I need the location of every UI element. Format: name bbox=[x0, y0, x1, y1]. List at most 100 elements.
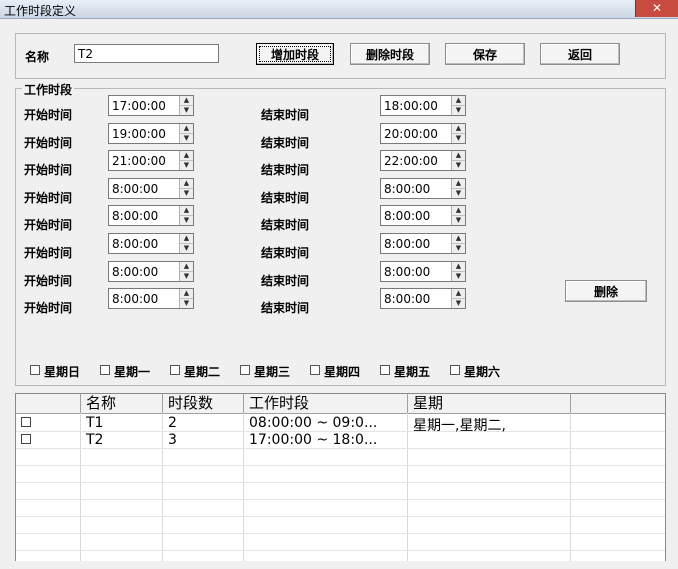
spin-up-icon[interactable]: ▲ bbox=[180, 262, 193, 272]
spin-up-icon[interactable]: ▲ bbox=[452, 124, 465, 134]
weekday-checkbox[interactable] bbox=[310, 365, 320, 375]
header-periods[interactable]: 工作时段 bbox=[244, 394, 408, 413]
end-time-value[interactable]: 18:00:00 bbox=[384, 99, 438, 113]
start-time-spinner[interactable]: 8:00:00 ▲ ▼ bbox=[108, 288, 194, 309]
weekday-checkbox[interactable] bbox=[30, 365, 40, 375]
spin-up-icon[interactable]: ▲ bbox=[452, 234, 465, 244]
end-time-spinner[interactable]: 20:00:00 ▲ ▼ bbox=[380, 123, 466, 144]
add-period-button[interactable]: 增加时段 bbox=[256, 43, 334, 65]
spin-down-icon[interactable]: ▼ bbox=[452, 134, 465, 143]
spin-down-icon[interactable]: ▼ bbox=[180, 216, 193, 225]
spin-up-icon[interactable]: ▲ bbox=[180, 234, 193, 244]
start-time-value[interactable]: 8:00:00 bbox=[112, 209, 158, 223]
back-button[interactable]: 返回 bbox=[540, 43, 620, 65]
weekday-checkbox[interactable] bbox=[170, 365, 180, 375]
header-count[interactable]: 时段数 bbox=[163, 394, 244, 413]
start-time-spinner[interactable]: 8:00:00 ▲ ▼ bbox=[108, 261, 194, 282]
start-time-value[interactable]: 8:00:00 bbox=[112, 182, 158, 196]
start-time-value[interactable]: 17:00:00 bbox=[112, 99, 166, 113]
end-time-spinner[interactable]: 22:00:00 ▲ ▼ bbox=[380, 150, 466, 171]
weekday-checkbox[interactable] bbox=[380, 365, 390, 375]
spin-up-icon[interactable]: ▲ bbox=[452, 289, 465, 299]
end-time-label: 结束时间 bbox=[261, 163, 310, 177]
spin-down-icon[interactable]: ▼ bbox=[180, 299, 193, 308]
start-time-spinner[interactable]: 8:00:00 ▲ ▼ bbox=[108, 233, 194, 254]
delete-button[interactable]: 删除 bbox=[565, 280, 647, 302]
row-checkbox[interactable] bbox=[21, 417, 31, 427]
start-time-value[interactable]: 21:00:00 bbox=[112, 154, 166, 168]
start-time-spinner[interactable]: 19:00:00 ▲ ▼ bbox=[108, 123, 194, 144]
end-time-value[interactable]: 8:00:00 bbox=[384, 237, 430, 251]
start-time-spinner[interactable]: 17:00:00 ▲ ▼ bbox=[108, 95, 194, 116]
start-time-spinner[interactable]: 8:00:00 ▲ ▼ bbox=[108, 178, 194, 199]
weekday-checkbox[interactable] bbox=[240, 365, 250, 375]
spin-up-icon[interactable]: ▲ bbox=[452, 96, 465, 106]
col-divider bbox=[80, 413, 81, 562]
delete-period-button[interactable]: 删除时段 bbox=[350, 43, 430, 65]
start-time-spinner[interactable]: 8:00:00 ▲ ▼ bbox=[108, 205, 194, 226]
spin-down-icon[interactable]: ▼ bbox=[452, 244, 465, 253]
spin-up-icon[interactable]: ▲ bbox=[180, 289, 193, 299]
end-time-label: 结束时间 bbox=[261, 246, 310, 260]
spin-up-icon[interactable]: ▲ bbox=[180, 124, 193, 134]
end-time-value[interactable]: 8:00:00 bbox=[384, 292, 430, 306]
end-time-value[interactable]: 8:00:00 bbox=[384, 265, 430, 279]
end-time-value[interactable]: 8:00:00 bbox=[384, 209, 430, 223]
spin-up-icon[interactable]: ▲ bbox=[180, 206, 193, 216]
spin-up-icon[interactable]: ▲ bbox=[180, 179, 193, 189]
end-time-value[interactable]: 20:00:00 bbox=[384, 127, 438, 141]
spin-down-icon[interactable]: ▼ bbox=[180, 244, 193, 253]
spin-down-icon[interactable]: ▼ bbox=[180, 189, 193, 198]
start-time-spinner[interactable]: 21:00:00 ▲ ▼ bbox=[108, 150, 194, 171]
name-input[interactable]: T2 bbox=[74, 44, 219, 63]
spin-up-icon[interactable]: ▲ bbox=[452, 206, 465, 216]
close-icon[interactable]: ✕ bbox=[635, 0, 678, 17]
end-time-spinner[interactable]: 8:00:00 ▲ ▼ bbox=[380, 261, 466, 282]
start-time-value[interactable]: 8:00:00 bbox=[112, 237, 158, 251]
spin-up-icon[interactable]: ▲ bbox=[180, 151, 193, 161]
spinner-buttons: ▲ ▼ bbox=[451, 206, 465, 225]
row-checkbox[interactable] bbox=[21, 434, 31, 444]
spin-down-icon[interactable]: ▼ bbox=[452, 161, 465, 170]
row-name: T1 bbox=[86, 415, 104, 431]
weekday-label: 星期三 bbox=[254, 365, 291, 379]
end-time-spinner[interactable]: 8:00:00 ▲ ▼ bbox=[380, 178, 466, 199]
weekday-checkbox[interactable] bbox=[100, 365, 110, 375]
weekday-checkbox[interactable] bbox=[450, 365, 460, 375]
start-time-label: 开始时间 bbox=[24, 163, 73, 177]
spin-down-icon[interactable]: ▼ bbox=[180, 134, 193, 143]
end-time-value[interactable]: 22:00:00 bbox=[384, 154, 438, 168]
name-label: 名称 bbox=[25, 50, 50, 64]
start-time-label: 开始时间 bbox=[24, 246, 73, 260]
save-button[interactable]: 保存 bbox=[445, 43, 525, 65]
spin-down-icon[interactable]: ▼ bbox=[180, 106, 193, 115]
spin-down-icon[interactable]: ▼ bbox=[180, 272, 193, 281]
end-time-label: 结束时间 bbox=[261, 274, 310, 288]
schedule-table[interactable]: 名称 时段数 工作时段 星期 T1 2 08:00:00 ~ 09:0... 星… bbox=[15, 393, 666, 563]
end-time-spinner[interactable]: 18:00:00 ▲ ▼ bbox=[380, 95, 466, 116]
spin-down-icon[interactable]: ▼ bbox=[452, 216, 465, 225]
header-days[interactable]: 星期 bbox=[408, 394, 571, 413]
spin-down-icon[interactable]: ▼ bbox=[180, 161, 193, 170]
header-name[interactable]: 名称 bbox=[81, 394, 163, 413]
spin-down-icon[interactable]: ▼ bbox=[452, 272, 465, 281]
spinner-buttons: ▲ ▼ bbox=[179, 289, 193, 308]
end-time-spinner[interactable]: 8:00:00 ▲ ▼ bbox=[380, 205, 466, 226]
end-time-label: 结束时间 bbox=[261, 301, 310, 315]
spin-up-icon[interactable]: ▲ bbox=[180, 96, 193, 106]
start-time-value[interactable]: 8:00:00 bbox=[112, 292, 158, 306]
spinner-buttons: ▲ ▼ bbox=[179, 96, 193, 115]
spin-down-icon[interactable]: ▼ bbox=[452, 299, 465, 308]
spin-up-icon[interactable]: ▲ bbox=[452, 179, 465, 189]
spin-up-icon[interactable]: ▲ bbox=[452, 151, 465, 161]
spin-down-icon[interactable]: ▼ bbox=[452, 189, 465, 198]
end-time-value[interactable]: 8:00:00 bbox=[384, 182, 430, 196]
start-time-value[interactable]: 19:00:00 bbox=[112, 127, 166, 141]
end-time-spinner[interactable]: 8:00:00 ▲ ▼ bbox=[380, 233, 466, 254]
spin-down-icon[interactable]: ▼ bbox=[452, 106, 465, 115]
col-divider bbox=[162, 413, 163, 562]
end-time-spinner[interactable]: 8:00:00 ▲ ▼ bbox=[380, 288, 466, 309]
spin-up-icon[interactable]: ▲ bbox=[452, 262, 465, 272]
row-divider bbox=[16, 533, 665, 534]
start-time-value[interactable]: 8:00:00 bbox=[112, 265, 158, 279]
